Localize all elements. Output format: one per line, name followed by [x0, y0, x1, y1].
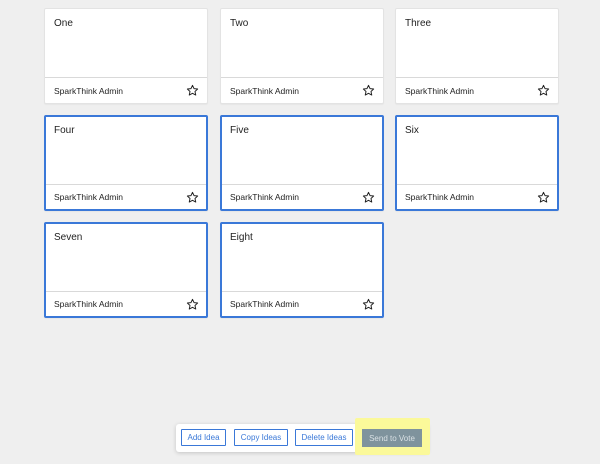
idea-card-eight[interactable]: Eight SparkThink Admin [220, 222, 384, 318]
idea-title: Seven [54, 232, 83, 243]
idea-author: SparkThink Admin [54, 192, 123, 202]
idea-title: Six [405, 125, 419, 136]
idea-card-footer: SparkThink Admin [397, 184, 557, 209]
star-icon[interactable] [186, 191, 199, 204]
idea-card-footer: SparkThink Admin [222, 184, 382, 209]
idea-author: SparkThink Admin [405, 192, 474, 202]
idea-author: SparkThink Admin [405, 85, 474, 96]
idea-author: SparkThink Admin [230, 192, 299, 202]
idea-title: Two [230, 18, 249, 29]
idea-card-one[interactable]: One SparkThink Admin [44, 8, 208, 104]
idea-author: SparkThink Admin [230, 85, 299, 96]
idea-card-three[interactable]: Three SparkThink Admin [395, 8, 559, 104]
idea-card-two[interactable]: Two SparkThink Admin [220, 8, 384, 104]
copy-ideas-button[interactable]: Copy Ideas [234, 429, 288, 446]
idea-card-footer: SparkThink Admin [46, 184, 206, 209]
star-icon[interactable] [537, 84, 550, 97]
star-icon[interactable] [362, 191, 375, 204]
idea-card-six[interactable]: Six SparkThink Admin [395, 115, 559, 211]
star-icon[interactable] [362, 298, 375, 311]
idea-author: SparkThink Admin [54, 299, 123, 309]
idea-card-seven[interactable]: Seven SparkThink Admin [44, 222, 208, 318]
idea-author: SparkThink Admin [54, 85, 123, 96]
idea-title: Three [405, 18, 432, 29]
idea-title: Five [230, 125, 249, 136]
idea-card-four[interactable]: Four SparkThink Admin [44, 115, 208, 211]
delete-ideas-button[interactable]: Delete Ideas [295, 429, 353, 446]
idea-card-footer: SparkThink Admin [46, 291, 206, 316]
send-to-vote-button[interactable]: Send to Vote [362, 429, 422, 447]
idea-title: One [54, 18, 73, 29]
idea-card-footer: SparkThink Admin [221, 77, 383, 103]
idea-card-footer: SparkThink Admin [45, 77, 207, 103]
idea-card-five[interactable]: Five SparkThink Admin [220, 115, 384, 211]
star-icon[interactable] [362, 84, 375, 97]
idea-author: SparkThink Admin [230, 299, 299, 309]
idea-title: Four [54, 125, 75, 136]
add-idea-button[interactable]: Add Idea [181, 429, 226, 446]
star-icon[interactable] [186, 84, 199, 97]
idea-card-footer: SparkThink Admin [222, 291, 382, 316]
idea-title: Eight [230, 232, 253, 243]
idea-card-footer: SparkThink Admin [396, 77, 558, 103]
star-icon[interactable] [186, 298, 199, 311]
star-icon[interactable] [537, 191, 550, 204]
